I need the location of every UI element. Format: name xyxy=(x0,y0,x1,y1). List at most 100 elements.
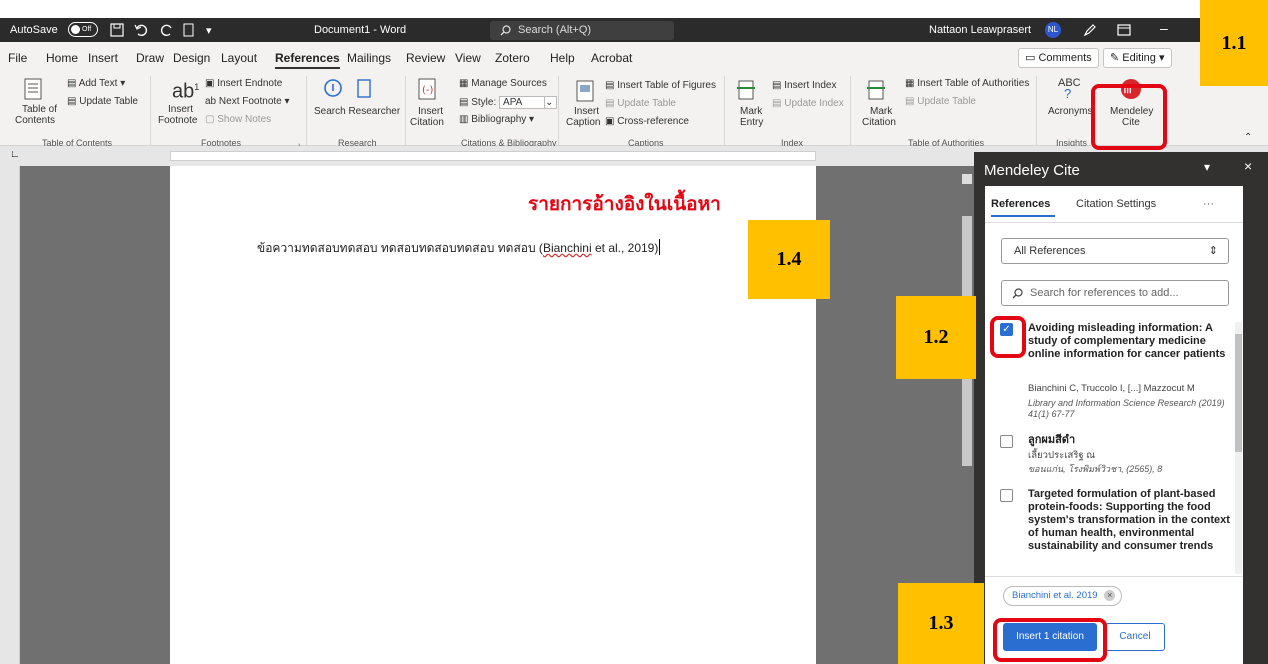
reference-title-2[interactable]: ลูกผมสีดำ xyxy=(1028,434,1230,447)
acronyms-button[interactable]: Acronyms xyxy=(1048,106,1092,117)
reference-checkbox-2[interactable] xyxy=(1000,435,1013,448)
pen-icon[interactable] xyxy=(1083,23,1097,37)
tab-acrobat[interactable]: Acrobat xyxy=(591,51,632,65)
insert-footnote-label-1[interactable]: Insert xyxy=(168,104,193,115)
svg-text:(-): (-) xyxy=(422,85,434,96)
bibliography-icon: ▥ xyxy=(459,114,472,125)
insert-table-of-figures-button[interactable]: ▤ Insert Table of Figures xyxy=(605,80,716,91)
cancel-button[interactable]: Cancel xyxy=(1105,623,1165,651)
reference-list-scrollbar[interactable] xyxy=(1235,322,1242,574)
reference-checkbox-3[interactable] xyxy=(1000,489,1013,502)
mark-entry-label-2[interactable]: Entry xyxy=(740,117,763,128)
tab-view[interactable]: View xyxy=(455,51,481,65)
document-page[interactable]: รายการอ้างอิงในเนื้อหา ข้อความทดสอบทดสอบ… xyxy=(170,166,816,664)
highlight-insert-citation xyxy=(993,618,1107,662)
reference-title-1[interactable]: Avoiding misleading information: A study… xyxy=(1028,322,1230,361)
tab-file[interactable]: File xyxy=(8,51,27,65)
group-divider xyxy=(306,76,307,146)
cross-reference-button[interactable]: ▣ Cross-reference xyxy=(605,116,689,127)
save-icon[interactable] xyxy=(110,23,124,37)
reference-filter-select[interactable]: All References ⇕ xyxy=(1001,238,1229,264)
group-divider xyxy=(724,76,725,146)
more-options-icon[interactable]: ··· xyxy=(1203,198,1214,210)
search-researcher-button[interactable]: Search Researcher xyxy=(314,106,400,117)
insert-caption-icon xyxy=(576,80,594,102)
selected-citation-chip[interactable]: Bianchini et al. 2019 × xyxy=(1003,586,1123,606)
mark-citation-label-1[interactable]: Mark xyxy=(870,106,892,117)
comment-icon: ▭ xyxy=(1025,52,1039,64)
comments-button[interactable]: ▭ Comments xyxy=(1018,48,1099,68)
bibliography-button[interactable]: ▥ Bibliography ▾ xyxy=(459,114,534,125)
style-selector[interactable]: ▤ Style: APA ⌄ xyxy=(459,96,558,109)
insert-citation-label-1[interactable]: Insert xyxy=(418,106,443,117)
document-title: Document1 - Word xyxy=(314,24,407,36)
insert-table-of-authorities-button[interactable]: ▦ Insert Table of Authorities xyxy=(905,78,1029,89)
tab-help[interactable]: Help xyxy=(550,51,575,65)
customize-qat-icon[interactable]: ▾ xyxy=(206,24,212,37)
tab-layout[interactable]: Layout xyxy=(221,51,257,65)
add-text-button[interactable]: ▤ Add Text ▾ xyxy=(67,78,125,89)
next-footnote-button[interactable]: ab Next Footnote ▾ xyxy=(205,96,290,107)
tab-citation-settings[interactable]: Citation Settings xyxy=(1076,198,1156,210)
toc-label-1[interactable]: Table of xyxy=(22,104,57,115)
tab-references[interactable]: References xyxy=(275,51,340,69)
reference-source-2: ขอนแก่น, โรงพิมพ์วิวชา, (2565), 8 xyxy=(1028,464,1163,474)
reference-authors-1: Bianchini C, Truccolo I, [...] Mazzocut … xyxy=(1028,383,1195,394)
update-index-icon: ▤ xyxy=(772,98,785,109)
update-index-button[interactable]: ▤ Update Index xyxy=(772,98,844,109)
title-bar: AutoSave Off ▾ Document1 - Word Search (… xyxy=(0,18,1228,42)
authorities-icon: ▦ xyxy=(905,78,918,89)
tab-insert[interactable]: Insert xyxy=(88,51,118,65)
editing-button[interactable]: ✎ Editing ▾ xyxy=(1103,48,1172,68)
tab-references-panel[interactable]: References xyxy=(991,198,1050,210)
tab-design[interactable]: Design xyxy=(173,51,210,65)
toc-label-2[interactable]: Contents xyxy=(15,115,55,126)
close-icon[interactable]: × xyxy=(1244,158,1252,174)
document-paragraph[interactable]: ข้อความทดสอบทดสอบ ทดสอบทดสอบทดสอบ ทดสอบ … xyxy=(257,239,661,258)
reference-source-1: Library and Information Science Research… xyxy=(1028,398,1225,419)
panel-options-icon[interactable]: ▾ xyxy=(1204,160,1210,174)
list-scroll-thumb[interactable] xyxy=(1235,334,1242,452)
tab-mailings[interactable]: Mailings xyxy=(347,51,391,65)
undo-icon[interactable] xyxy=(134,23,148,37)
insert-footnote-label-2[interactable]: Footnote xyxy=(158,115,197,126)
document-heading: รายการอ้างอิงในเนื้อหา xyxy=(528,193,721,215)
tab-draw[interactable]: Draw xyxy=(136,51,164,65)
scroll-up-arrow[interactable] xyxy=(962,174,972,184)
update-table-figures-button[interactable]: ▤ Update Table xyxy=(605,98,676,109)
ribbon-display-icon[interactable] xyxy=(1117,23,1131,37)
vertical-ruler[interactable] xyxy=(0,166,20,664)
minimize-icon[interactable]: – xyxy=(1160,20,1168,36)
table-of-contents-icon xyxy=(24,78,42,100)
search-input[interactable]: Search (Alt+Q) xyxy=(490,21,674,40)
insert-caption-label-2[interactable]: Caption xyxy=(566,117,600,128)
collapse-ribbon-icon[interactable]: ⌃ xyxy=(1244,132,1252,143)
mark-entry-icon xyxy=(737,80,755,100)
insert-index-button[interactable]: ▤ Insert Index xyxy=(772,80,837,91)
manage-sources-button[interactable]: ▦ Manage Sources xyxy=(459,78,547,89)
mark-entry-label-1[interactable]: Mark xyxy=(740,106,762,117)
insert-endnote-button[interactable]: ▣ Insert Endnote xyxy=(205,78,282,89)
autosave-toggle[interactable]: Off xyxy=(68,22,98,37)
avatar[interactable]: NL xyxy=(1045,22,1061,38)
mark-citation-icon xyxy=(867,80,885,100)
body-text: ข้อความทดสอบทดสอบ ทดสอบทดสอบทดสอบ ทดสอบ … xyxy=(257,241,543,255)
mark-citation-label-2[interactable]: Citation xyxy=(862,117,896,128)
insert-caption-label-1[interactable]: Insert xyxy=(574,106,599,117)
insert-citation-label-2[interactable]: Citation xyxy=(410,117,444,128)
update-table-button[interactable]: ▤ Update Table xyxy=(67,96,138,107)
insert-index-icon: ▤ xyxy=(772,80,785,91)
redo-icon[interactable] xyxy=(160,23,174,37)
ribbon-tabs: File Home Insert Draw Design Layout Refe… xyxy=(0,42,1268,72)
tab-home[interactable]: Home xyxy=(46,51,78,65)
remove-chip-icon[interactable]: × xyxy=(1104,590,1116,601)
quick-access-icon[interactable] xyxy=(182,23,196,37)
reference-search-input[interactable]: Search for references to add... xyxy=(1001,280,1229,306)
tab-zotero[interactable]: Zotero xyxy=(495,51,530,65)
show-notes-button[interactable]: ▢ Show Notes xyxy=(205,114,271,125)
tab-review[interactable]: Review xyxy=(406,51,445,65)
update-table-authorities-button[interactable]: ▤ Update Table xyxy=(905,96,976,107)
reference-title-3[interactable]: Targeted formulation of plant-based prot… xyxy=(1028,488,1230,553)
library-icon xyxy=(357,79,371,98)
tab-selector-icon[interactable]: ∟ xyxy=(10,149,20,160)
